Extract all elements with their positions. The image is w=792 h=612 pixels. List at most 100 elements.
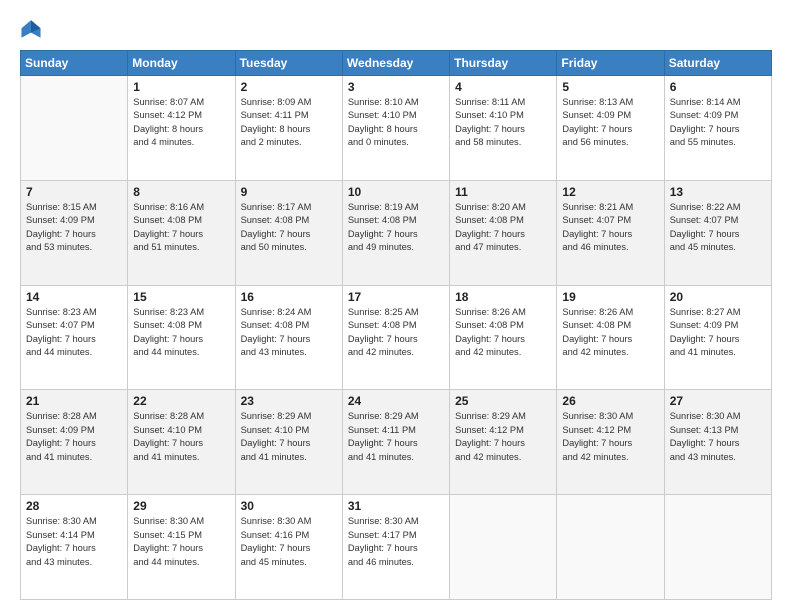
week-row-5: 28Sunrise: 8:30 AM Sunset: 4:14 PM Dayli…	[21, 495, 772, 600]
day-info: Sunrise: 8:30 AM Sunset: 4:13 PM Dayligh…	[670, 410, 766, 464]
day-info: Sunrise: 8:30 AM Sunset: 4:14 PM Dayligh…	[26, 515, 122, 569]
day-number: 12	[562, 185, 658, 199]
day-number: 10	[348, 185, 444, 199]
week-row-1: 1Sunrise: 8:07 AM Sunset: 4:12 PM Daylig…	[21, 76, 772, 181]
calendar-cell: 14 Sunrise: 8:23 AM Sunset: 4:07 PM Dayli…	[21, 285, 128, 390]
weekday-sunday: Sunday	[21, 51, 128, 76]
weekday-friday: Friday	[557, 51, 664, 76]
day-info: Sunrise: 8:23 AM Sunset: 4:08 PM Dayligh…	[133, 306, 229, 360]
day-number: 4	[455, 80, 551, 94]
day-info: Sunrise: 8:23 AM Sunset: 4:07 PM Dayligh…	[26, 306, 122, 360]
calendar-cell: 29 Sunrise: 8:30 AM Sunset: 4:15 PM Dayli…	[128, 495, 235, 600]
day-info: Sunrise: 8:13 AM Sunset: 4:09 PM Dayligh…	[562, 96, 658, 150]
calendar-cell	[557, 495, 664, 600]
day-number: 30	[241, 499, 337, 513]
day-info: Sunrise: 8:30 AM Sunset: 4:12 PM Dayligh…	[562, 410, 658, 464]
calendar-cell: 10 Sunrise: 8:19 AM Sunset: 4:08 PM Dayli…	[342, 180, 449, 285]
day-info: Sunrise: 8:28 AM Sunset: 4:09 PM Dayligh…	[26, 410, 122, 464]
day-number: 14	[26, 290, 122, 304]
day-number: 5	[562, 80, 658, 94]
calendar-cell: 20Sunrise: 8:27 AM Sunset: 4:09 PM Dayli…	[664, 285, 771, 390]
day-info: Sunrise: 8:26 AM Sunset: 4:08 PM Dayligh…	[562, 306, 658, 360]
day-info: Sunrise: 8:24 AM Sunset: 4:08 PM Dayligh…	[241, 306, 337, 360]
day-info: Sunrise: 8:07 AM Sunset: 4:12 PM Dayligh…	[133, 96, 229, 150]
day-number: 13	[670, 185, 766, 199]
calendar-cell: 30 Sunrise: 8:30 AM Sunset: 4:16 PM Dayli…	[235, 495, 342, 600]
day-info: Sunrise: 8:30 AM Sunset: 4:17 PM Dayligh…	[348, 515, 444, 569]
calendar-cell: 3 Sunrise: 8:10 AM Sunset: 4:10 PM Daylig…	[342, 76, 449, 181]
day-info: Sunrise: 8:29 AM Sunset: 4:10 PM Dayligh…	[241, 410, 337, 464]
calendar-cell: 21Sunrise: 8:28 AM Sunset: 4:09 PM Dayli…	[21, 390, 128, 495]
day-info: Sunrise: 8:10 AM Sunset: 4:10 PM Dayligh…	[348, 96, 444, 150]
day-number: 31	[348, 499, 444, 513]
calendar-cell: 17 Sunrise: 8:25 AM Sunset: 4:08 PM Dayli…	[342, 285, 449, 390]
day-number: 11	[455, 185, 551, 199]
day-number: 27	[670, 394, 766, 408]
logo-icon	[20, 18, 42, 40]
calendar-cell: 8Sunrise: 8:16 AM Sunset: 4:08 PM Daylig…	[128, 180, 235, 285]
day-info: Sunrise: 8:20 AM Sunset: 4:08 PM Dayligh…	[455, 201, 551, 255]
calendar-cell: 7Sunrise: 8:15 AM Sunset: 4:09 PM Daylig…	[21, 180, 128, 285]
day-number: 2	[241, 80, 337, 94]
weekday-header-row: SundayMondayTuesdayWednesdayThursdayFrid…	[21, 51, 772, 76]
day-info: Sunrise: 8:29 AM Sunset: 4:11 PM Dayligh…	[348, 410, 444, 464]
logo	[20, 18, 46, 40]
calendar-cell: 6 Sunrise: 8:14 AM Sunset: 4:09 PM Daylig…	[664, 76, 771, 181]
weekday-monday: Monday	[128, 51, 235, 76]
day-info: Sunrise: 8:29 AM Sunset: 4:12 PM Dayligh…	[455, 410, 551, 464]
day-number: 20	[670, 290, 766, 304]
calendar-cell: 26 Sunrise: 8:30 AM Sunset: 4:12 PM Dayli…	[557, 390, 664, 495]
weekday-wednesday: Wednesday	[342, 51, 449, 76]
calendar-table: SundayMondayTuesdayWednesdayThursdayFrid…	[20, 50, 772, 600]
day-info: Sunrise: 8:22 AM Sunset: 4:07 PM Dayligh…	[670, 201, 766, 255]
weekday-thursday: Thursday	[450, 51, 557, 76]
day-number: 15	[133, 290, 229, 304]
calendar-cell: 25 Sunrise: 8:29 AM Sunset: 4:12 PM Dayli…	[450, 390, 557, 495]
calendar-cell: 27 Sunrise: 8:30 AM Sunset: 4:13 PM Dayli…	[664, 390, 771, 495]
day-number: 24	[348, 394, 444, 408]
calendar-cell: 13 Sunrise: 8:22 AM Sunset: 4:07 PM Dayli…	[664, 180, 771, 285]
calendar-cell: 12 Sunrise: 8:21 AM Sunset: 4:07 PM Dayli…	[557, 180, 664, 285]
day-number: 18	[455, 290, 551, 304]
day-number: 26	[562, 394, 658, 408]
weekday-saturday: Saturday	[664, 51, 771, 76]
calendar-cell: 2 Sunrise: 8:09 AM Sunset: 4:11 PM Daylig…	[235, 76, 342, 181]
day-info: Sunrise: 8:19 AM Sunset: 4:08 PM Dayligh…	[348, 201, 444, 255]
calendar-cell: 19Sunrise: 8:26 AM Sunset: 4:08 PM Dayli…	[557, 285, 664, 390]
day-info: Sunrise: 8:15 AM Sunset: 4:09 PM Dayligh…	[26, 201, 122, 255]
day-number: 6	[670, 80, 766, 94]
calendar-cell: 16 Sunrise: 8:24 AM Sunset: 4:08 PM Dayli…	[235, 285, 342, 390]
week-row-2: 7Sunrise: 8:15 AM Sunset: 4:09 PM Daylig…	[21, 180, 772, 285]
day-number: 16	[241, 290, 337, 304]
day-info: Sunrise: 8:26 AM Sunset: 4:08 PM Dayligh…	[455, 306, 551, 360]
week-row-4: 21Sunrise: 8:28 AM Sunset: 4:09 PM Dayli…	[21, 390, 772, 495]
calendar-cell: 28Sunrise: 8:30 AM Sunset: 4:14 PM Dayli…	[21, 495, 128, 600]
day-info: Sunrise: 8:09 AM Sunset: 4:11 PM Dayligh…	[241, 96, 337, 150]
day-info: Sunrise: 8:25 AM Sunset: 4:08 PM Dayligh…	[348, 306, 444, 360]
day-number: 23	[241, 394, 337, 408]
day-info: Sunrise: 8:30 AM Sunset: 4:15 PM Dayligh…	[133, 515, 229, 569]
calendar-cell: 1Sunrise: 8:07 AM Sunset: 4:12 PM Daylig…	[128, 76, 235, 181]
day-info: Sunrise: 8:30 AM Sunset: 4:16 PM Dayligh…	[241, 515, 337, 569]
calendar-cell: 31 Sunrise: 8:30 AM Sunset: 4:17 PM Dayli…	[342, 495, 449, 600]
day-number: 17	[348, 290, 444, 304]
calendar-cell	[450, 495, 557, 600]
calendar-cell: 11 Sunrise: 8:20 AM Sunset: 4:08 PM Dayli…	[450, 180, 557, 285]
calendar-cell: 24 Sunrise: 8:29 AM Sunset: 4:11 PM Dayli…	[342, 390, 449, 495]
day-info: Sunrise: 8:21 AM Sunset: 4:07 PM Dayligh…	[562, 201, 658, 255]
page: SundayMondayTuesdayWednesdayThursdayFrid…	[0, 0, 792, 612]
week-row-3: 14 Sunrise: 8:23 AM Sunset: 4:07 PM Dayli…	[21, 285, 772, 390]
calendar-cell: 23 Sunrise: 8:29 AM Sunset: 4:10 PM Dayli…	[235, 390, 342, 495]
day-info: Sunrise: 8:17 AM Sunset: 4:08 PM Dayligh…	[241, 201, 337, 255]
calendar-cell	[664, 495, 771, 600]
day-number: 22	[133, 394, 229, 408]
header	[20, 18, 772, 40]
calendar-cell: 9 Sunrise: 8:17 AM Sunset: 4:08 PM Daylig…	[235, 180, 342, 285]
day-info: Sunrise: 8:14 AM Sunset: 4:09 PM Dayligh…	[670, 96, 766, 150]
day-number: 9	[241, 185, 337, 199]
day-number: 25	[455, 394, 551, 408]
day-number: 29	[133, 499, 229, 513]
calendar-cell: 5 Sunrise: 8:13 AM Sunset: 4:09 PM Daylig…	[557, 76, 664, 181]
day-info: Sunrise: 8:16 AM Sunset: 4:08 PM Dayligh…	[133, 201, 229, 255]
day-number: 3	[348, 80, 444, 94]
